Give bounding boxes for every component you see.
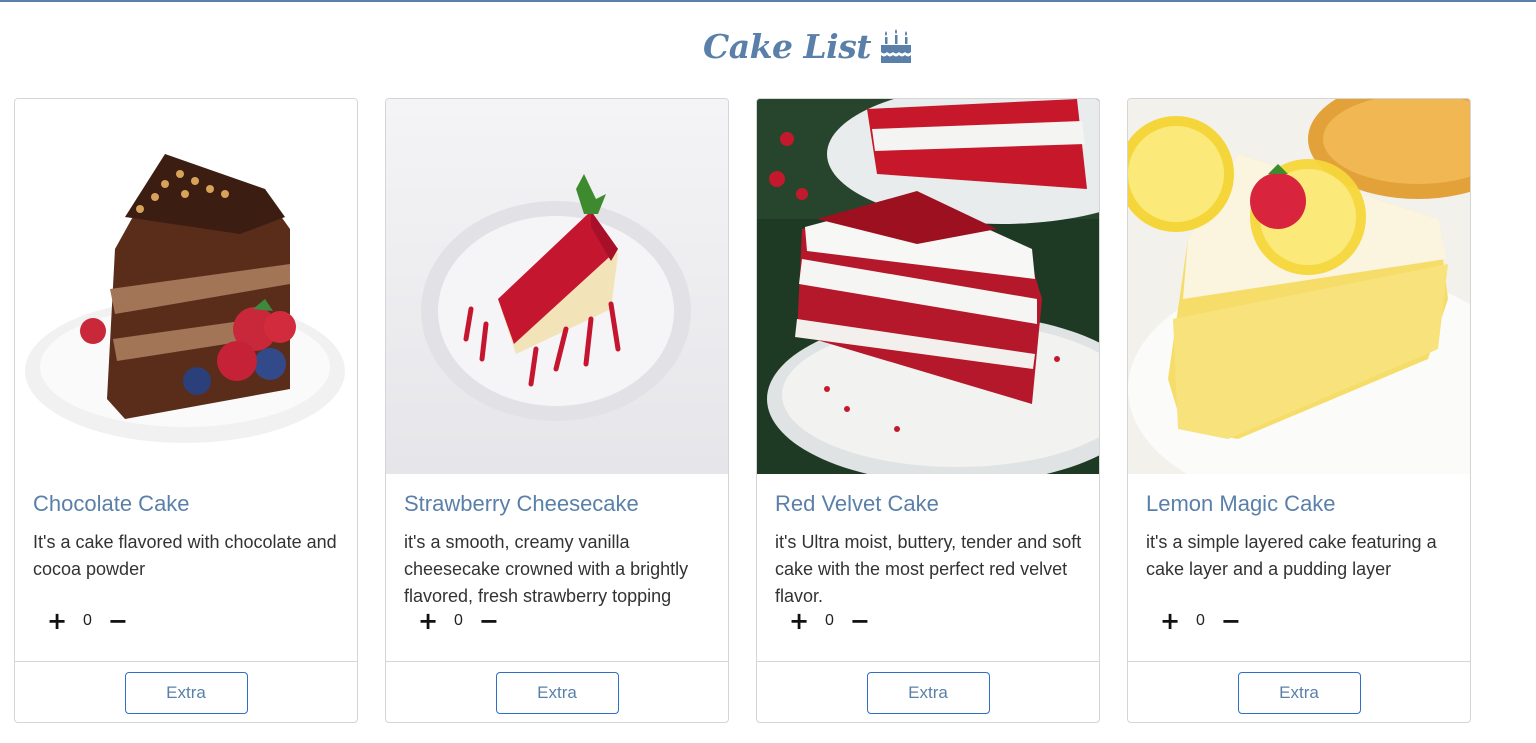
chocolate-cake-image [15, 99, 357, 474]
quantity-stepper: + 0 − [47, 609, 128, 633]
card-description: It's a cake flavored with chocolate and … [33, 532, 337, 579]
decrease-button[interactable]: − [1221, 609, 1241, 633]
page-header: Cake List [0, 22, 1536, 70]
extra-button[interactable]: Extra [495, 671, 619, 714]
cake-card: Strawberry Cheesecake it's a smooth, cre… [385, 98, 729, 723]
top-border [0, 0, 1536, 2]
increase-button[interactable]: + [418, 609, 438, 633]
strawberry-cheesecake-image [386, 99, 728, 474]
cake-card: Red Velvet Cake it's Ultra moist, butter… [756, 98, 1100, 723]
increase-button[interactable]: + [1160, 609, 1180, 633]
quantity-value: 0 [1196, 612, 1205, 629]
decrease-button[interactable]: − [479, 609, 499, 633]
card-description: it's a smooth, creamy vanilla cheesecake… [404, 532, 689, 606]
increase-button[interactable]: + [47, 609, 67, 633]
lemon-magic-cake-image [1128, 99, 1470, 474]
card-description: it's a simple layered cake featuring a c… [1146, 532, 1437, 579]
card-title: Strawberry Cheesecake [404, 491, 639, 516]
red-velvet-cake-image [757, 99, 1099, 474]
card-title: Lemon Magic Cake [1146, 491, 1336, 516]
card-footer: Extra [1128, 661, 1470, 722]
extra-button[interactable]: Extra [866, 671, 990, 714]
card-footer: Extra [15, 661, 357, 722]
decrease-button[interactable]: − [108, 609, 128, 633]
card-footer: Extra [386, 661, 728, 722]
card-title: Red Velvet Cake [775, 491, 939, 516]
card-description: it's Ultra moist, buttery, tender and so… [775, 532, 1082, 606]
quantity-stepper: + 0 − [418, 609, 499, 633]
extra-button[interactable]: Extra [124, 671, 248, 714]
page-title: Cake List [702, 26, 872, 66]
quantity-value: 0 [825, 612, 834, 629]
quantity-value: 0 [454, 612, 463, 629]
quantity-stepper: + 0 − [1160, 609, 1241, 633]
increase-button[interactable]: + [789, 609, 809, 633]
card-title: Chocolate Cake [33, 491, 190, 516]
cake-card-list: Chocolate Cake It's a cake flavored with… [14, 98, 1471, 723]
cake-card: Chocolate Cake It's a cake flavored with… [14, 98, 358, 723]
decrease-button[interactable]: − [850, 609, 870, 633]
cake-card: Lemon Magic Cake it's a simple layered c… [1127, 98, 1471, 723]
extra-button[interactable]: Extra [1237, 671, 1361, 714]
card-footer: Extra [757, 661, 1099, 722]
birthday-cake-icon [881, 29, 912, 63]
quantity-value: 0 [83, 612, 92, 629]
quantity-stepper: + 0 − [789, 609, 870, 633]
